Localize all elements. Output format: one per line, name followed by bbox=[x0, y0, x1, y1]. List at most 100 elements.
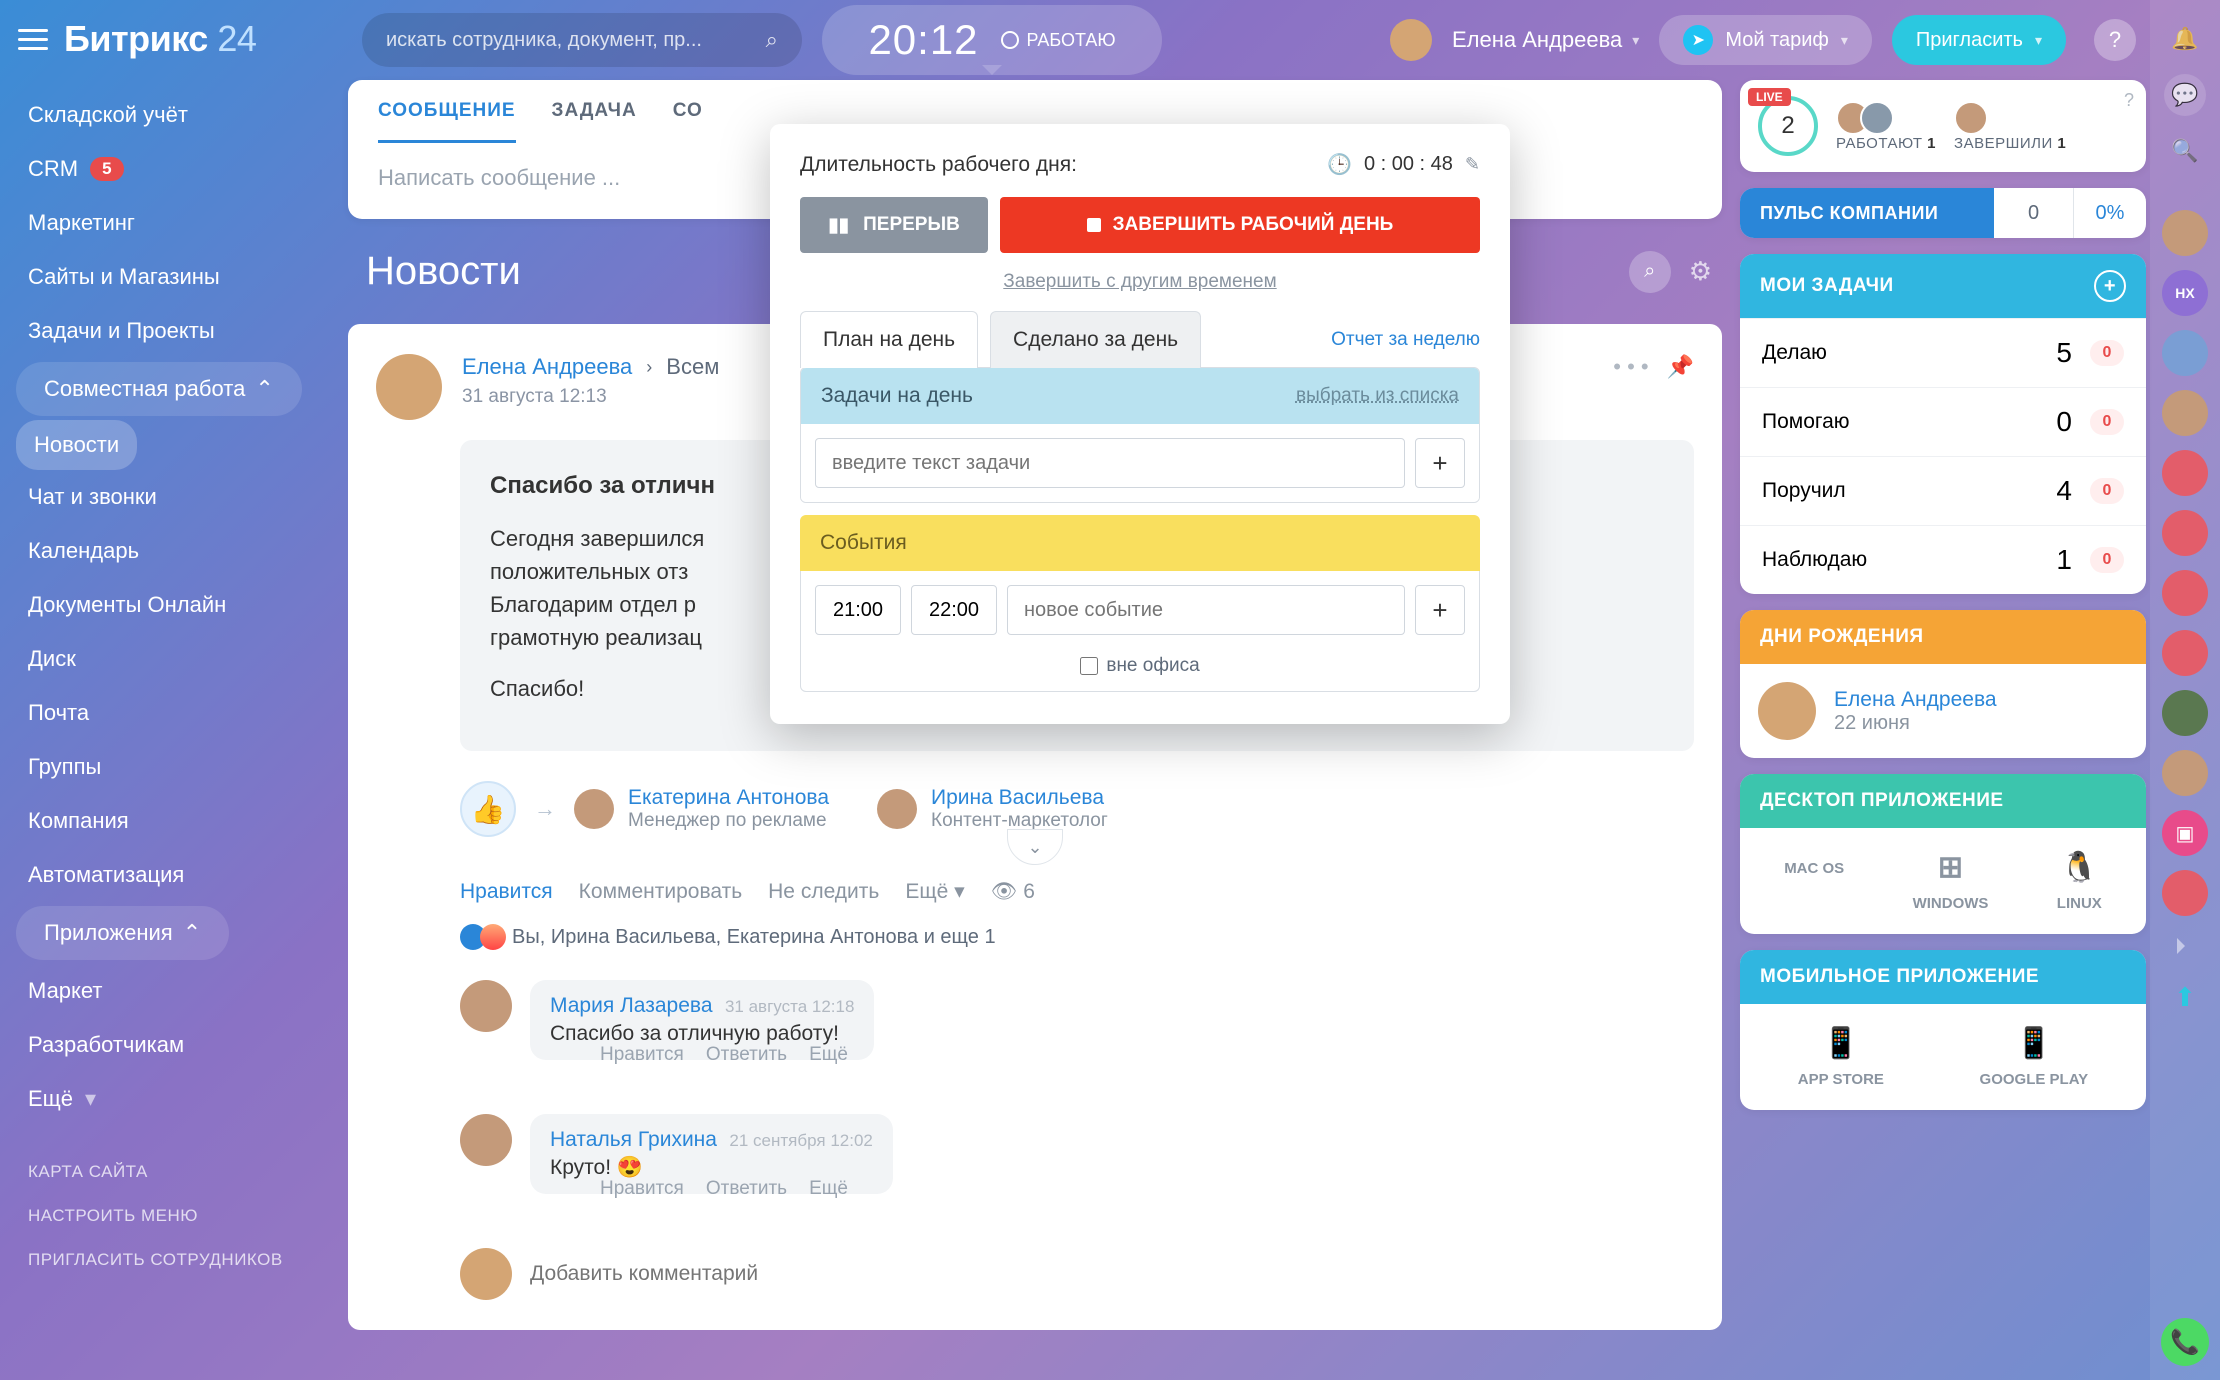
tab-plan-day[interactable]: План на день bbox=[800, 311, 978, 368]
tariff-button[interactable]: ➤Мой тариф▾ bbox=[1659, 15, 1872, 65]
search-chat-icon[interactable]: 🔍 bbox=[2164, 130, 2206, 172]
comment-avatar[interactable] bbox=[460, 980, 512, 1032]
post-audience[interactable]: Всем bbox=[666, 354, 719, 380]
platform-windows[interactable]: ⊞WINDOWS bbox=[1913, 850, 1989, 912]
info-icon[interactable]: ? bbox=[2124, 90, 2134, 111]
action-like[interactable]: Нравится bbox=[460, 880, 553, 904]
comment-author[interactable]: Мария Лазарева bbox=[550, 994, 713, 1017]
chat-contact-11[interactable] bbox=[2162, 870, 2208, 916]
chat-contact-10[interactable]: ▣ bbox=[2162, 810, 2208, 856]
platform-macos[interactable]: MAC OS bbox=[1784, 850, 1844, 912]
nav-tasks[interactable]: Задачи и Проекты bbox=[0, 304, 348, 358]
comment-like[interactable]: Нравится bbox=[600, 1044, 684, 1066]
event-time-start[interactable] bbox=[815, 585, 901, 635]
platform-linux[interactable]: 🐧LINUX bbox=[2057, 850, 2102, 912]
tasks-assigned[interactable]: Поручил40 bbox=[1740, 456, 2146, 525]
chat-contact-7[interactable] bbox=[2162, 630, 2208, 676]
nav-news[interactable]: Новости bbox=[16, 420, 137, 470]
user-avatar[interactable] bbox=[1390, 19, 1432, 61]
mention-1[interactable]: Екатерина АнтоноваМенеджер по рекламе bbox=[574, 786, 829, 832]
event-time-end[interactable] bbox=[911, 585, 997, 635]
nav-groups[interactable]: Группы bbox=[0, 740, 348, 794]
comment-more[interactable]: Ещё bbox=[809, 1178, 848, 1200]
comment-avatar[interactable] bbox=[460, 1114, 512, 1166]
post-pin-icon[interactable]: 📌 bbox=[1667, 354, 1694, 380]
nav-customize[interactable]: НАСТРОИТЬ МЕНЮ bbox=[0, 1194, 348, 1238]
like-circle-icon[interactable]: 👍 bbox=[460, 781, 516, 837]
mention-2[interactable]: Ирина ВасильеваКонтент-маркетолог bbox=[877, 786, 1108, 832]
chat-contact-hx[interactable]: НХ bbox=[2162, 270, 2208, 316]
live-card[interactable]: LIVE 2 РАБОТАЮТ 1 ЗАВЕРШИЛИ 1 ? bbox=[1740, 80, 2146, 172]
chat-icon[interactable]: 💬 bbox=[2164, 74, 2206, 116]
expand-mentions-icon[interactable]: ⌄ bbox=[1007, 829, 1063, 865]
share-icon[interactable]: ⬆ bbox=[2164, 976, 2206, 1018]
nav-group-apps[interactable]: Приложения⌃ bbox=[16, 906, 229, 960]
nav-more[interactable]: Ещё ▾ bbox=[0, 1072, 348, 1126]
nav-inventory[interactable]: Складской учёт bbox=[0, 88, 348, 142]
feed-search-icon[interactable]: ⌕ bbox=[1629, 251, 1671, 293]
stop-other-time-link[interactable]: Завершить с другим временем bbox=[800, 267, 1480, 311]
post-more-icon[interactable]: • • • bbox=[1613, 354, 1648, 380]
add-task-button[interactable]: + bbox=[1415, 438, 1465, 488]
nav-crm[interactable]: CRM5 bbox=[0, 142, 348, 196]
tab-more[interactable]: СО bbox=[673, 100, 703, 143]
tab-task[interactable]: ЗАДАЧА bbox=[552, 100, 637, 143]
action-unfollow[interactable]: Не следить bbox=[768, 880, 879, 904]
comment-more[interactable]: Ещё bbox=[809, 1044, 848, 1066]
platform-googleplay[interactable]: 📱GOOGLE PLAY bbox=[1980, 1026, 2089, 1088]
search-icon[interactable]: ⌕ bbox=[766, 27, 778, 53]
comment-reply[interactable]: Ответить bbox=[706, 1044, 787, 1066]
nav-chat[interactable]: Чат и звонки bbox=[0, 470, 348, 524]
app-logo[interactable]: Битрикс 24 bbox=[64, 18, 256, 60]
pause-button[interactable]: ▮▮ПЕРЕРЫВ bbox=[800, 197, 988, 253]
chat-contact-5[interactable] bbox=[2162, 510, 2208, 556]
add-comment-input[interactable] bbox=[530, 1250, 1694, 1298]
feed-settings-icon[interactable]: ⚙ bbox=[1689, 256, 1722, 287]
nav-disk[interactable]: Диск bbox=[0, 632, 348, 686]
week-report-link[interactable]: Отчет за неделю bbox=[1331, 329, 1480, 351]
chat-contact-1[interactable] bbox=[2162, 210, 2208, 256]
birthday-entry[interactable]: Елена Андреева22 июня bbox=[1740, 664, 2146, 758]
post-author[interactable]: Елена Андреева bbox=[462, 354, 632, 380]
action-more[interactable]: Ещё ▾ bbox=[905, 879, 964, 904]
work-clock-pill[interactable]: 20:12 РАБОТАЮ bbox=[822, 5, 1162, 75]
reactions-text[interactable]: Вы, Ирина Васильева, Екатерина Антонова … bbox=[512, 926, 996, 949]
invite-button[interactable]: Пригласить▾ bbox=[1892, 15, 2066, 65]
out-of-office-checkbox[interactable] bbox=[1080, 657, 1098, 675]
help-button[interactable]: ? bbox=[2094, 19, 2136, 61]
comment-reply[interactable]: Ответить bbox=[706, 1178, 787, 1200]
comment-like[interactable]: Нравится bbox=[600, 1178, 684, 1200]
user-menu[interactable]: Елена Андреева▾ bbox=[1452, 27, 1639, 53]
nav-invite-employees[interactable]: ПРИГЛАСИТЬ СОТРУДНИКОВ bbox=[0, 1238, 348, 1282]
select-from-list-link[interactable]: выбрать из списка bbox=[1296, 385, 1459, 407]
nav-sites[interactable]: Сайты и Магазины bbox=[0, 250, 348, 304]
chat-scroll-down-icon[interactable] bbox=[2177, 938, 2193, 954]
nav-calendar[interactable]: Календарь bbox=[0, 524, 348, 578]
chat-contact-4[interactable] bbox=[2162, 450, 2208, 496]
comment-author[interactable]: Наталья Грихина bbox=[550, 1128, 717, 1151]
add-event-button[interactable]: + bbox=[1415, 585, 1465, 635]
task-text-input[interactable] bbox=[815, 438, 1405, 488]
post-author-avatar[interactable] bbox=[376, 354, 442, 420]
nav-market[interactable]: Маркет bbox=[0, 964, 348, 1018]
edit-time-icon[interactable]: ✎ bbox=[1465, 154, 1480, 175]
action-comment[interactable]: Комментировать bbox=[579, 880, 742, 904]
chat-contact-8[interactable] bbox=[2162, 690, 2208, 736]
tasks-doing[interactable]: Делаю50 bbox=[1740, 318, 2146, 387]
nav-docs[interactable]: Документы Онлайн bbox=[0, 578, 348, 632]
chat-contact-9[interactable] bbox=[2162, 750, 2208, 796]
chat-contact-6[interactable] bbox=[2162, 570, 2208, 616]
tasks-watching[interactable]: Наблюдаю10 bbox=[1740, 525, 2146, 594]
bell-icon[interactable]: 🔔 bbox=[2164, 18, 2206, 60]
chat-contact-3[interactable] bbox=[2162, 390, 2208, 436]
event-title-input[interactable] bbox=[1007, 585, 1405, 635]
reaction-icons[interactable] bbox=[460, 924, 500, 950]
tab-message[interactable]: СООБЩЕНИЕ bbox=[378, 100, 516, 143]
nav-mail[interactable]: Почта bbox=[0, 686, 348, 740]
nav-marketing[interactable]: Маркетинг bbox=[0, 196, 348, 250]
pulse-card[interactable]: ПУЛЬС КОМПАНИИ 0 0% bbox=[1740, 188, 2146, 238]
tab-done-day[interactable]: Сделано за день bbox=[990, 311, 1201, 368]
nav-automation[interactable]: Автоматизация bbox=[0, 848, 348, 902]
chat-contact-2[interactable] bbox=[2162, 330, 2208, 376]
hamburger-icon[interactable] bbox=[18, 29, 48, 50]
